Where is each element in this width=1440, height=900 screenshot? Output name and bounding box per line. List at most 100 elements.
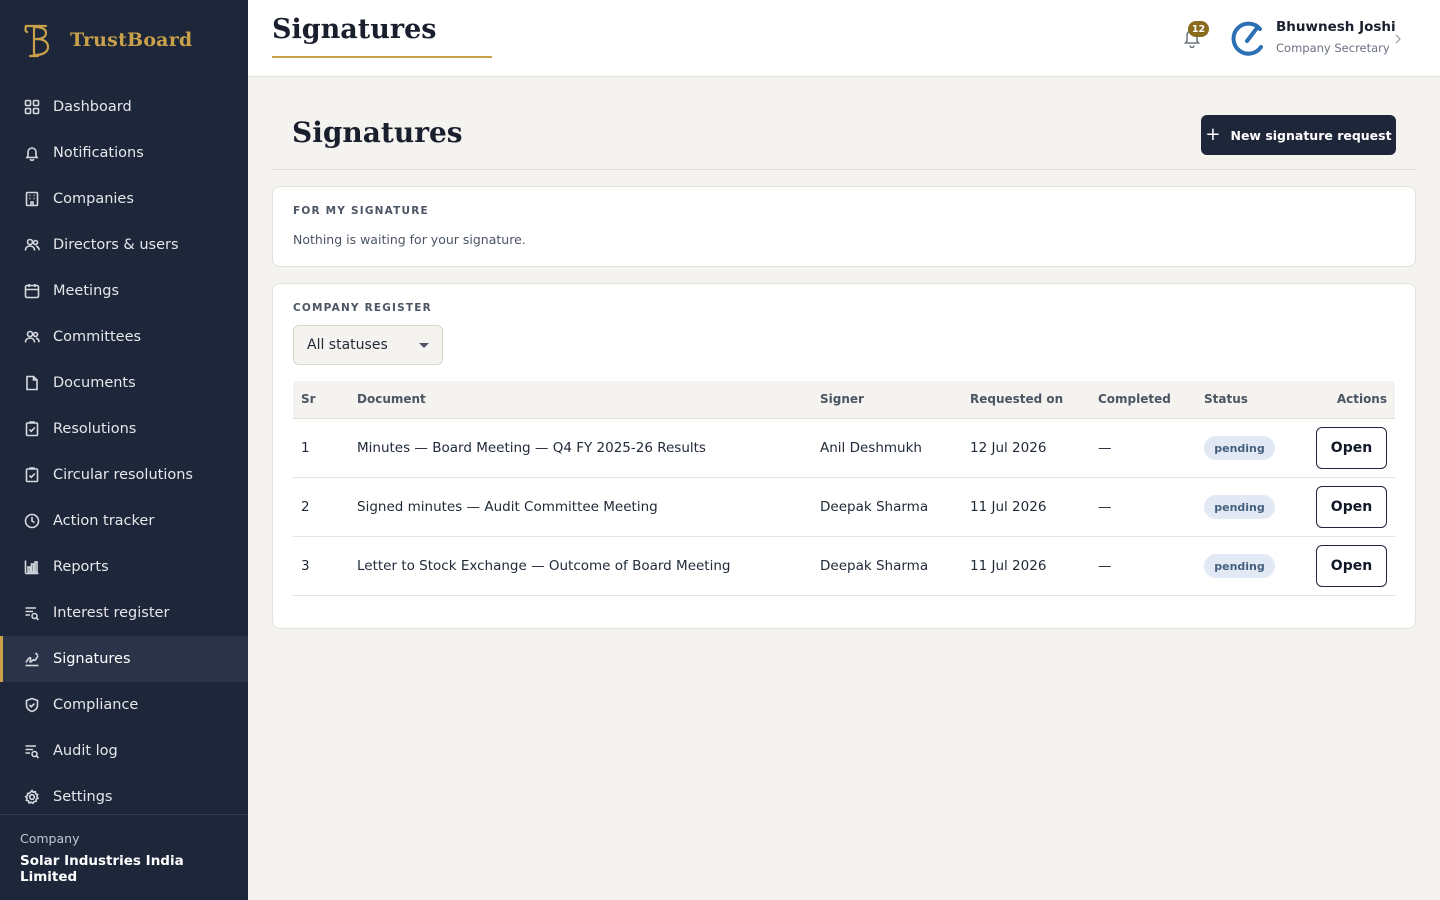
sidebar-item-dashboard[interactable]: Dashboard xyxy=(0,84,248,130)
clipboard-check-icon xyxy=(24,421,40,437)
cell-completed: — xyxy=(1098,440,1112,456)
page-title: Signatures xyxy=(292,116,463,149)
users-icon xyxy=(24,237,40,253)
cell-signer: Deepak Sharma xyxy=(820,499,929,515)
cell-requested-on: 12 Jul 2026 xyxy=(970,440,1047,456)
gear-icon xyxy=(24,789,40,805)
list-search-icon xyxy=(24,743,40,759)
top-header: Signatures 12 Bhuwnesh Joshi Company Sec… xyxy=(248,0,1440,77)
sidebar-item-documents[interactable]: Documents xyxy=(0,360,248,406)
cell-requested-on: 11 Jul 2026 xyxy=(970,499,1047,515)
sidebar-item-meetings[interactable]: Meetings xyxy=(0,268,248,314)
new-signature-request-label: New signature request xyxy=(1230,127,1392,143)
sidebar-item-label: Signatures xyxy=(53,651,131,667)
sidebar-item-label: Action tracker xyxy=(53,513,155,529)
clock-icon xyxy=(24,513,40,529)
column-header-actions: Actions xyxy=(1336,392,1387,406)
status-badge: pending xyxy=(1204,554,1275,578)
list-search-icon xyxy=(24,605,40,621)
status-badge: pending xyxy=(1204,436,1275,460)
sidebar-item-directors-users[interactable]: Directors & users xyxy=(0,222,248,268)
cell-document: Signed minutes — Audit Committee Meeting xyxy=(357,499,658,515)
sidebar-item-label: Notifications xyxy=(53,145,144,161)
open-button[interactable]: Open xyxy=(1316,545,1387,587)
status-filter-value: All statuses xyxy=(307,337,388,353)
empty-state-text: Nothing is waiting for your signature. xyxy=(293,232,526,247)
building-icon xyxy=(24,191,40,207)
sidebar-item-audit-log[interactable]: Audit log xyxy=(0,728,248,774)
sidebar-item-label: Committees xyxy=(53,329,142,345)
status-filter-select[interactable]: All statuses xyxy=(293,325,443,365)
cell-signer: Deepak Sharma xyxy=(820,558,929,574)
bar-chart-icon xyxy=(24,559,40,575)
sidebar-item-companies[interactable]: Companies xyxy=(0,176,248,222)
sidebar-item-signatures[interactable]: Signatures xyxy=(0,636,248,682)
company-name: Solar Industries India Limited xyxy=(20,853,184,885)
cell-sr: 2 xyxy=(301,499,310,515)
table-row: 2 Signed minutes — Audit Committee Meeti… xyxy=(293,478,1395,537)
column-header-requested-on: Requested on xyxy=(970,392,1064,406)
company-switcher[interactable]: Company Solar Industries India Limited xyxy=(0,814,248,900)
divider xyxy=(272,169,1416,170)
sidebar-item-label: Companies xyxy=(53,191,134,207)
shield-check-icon xyxy=(24,697,40,713)
sidebar-item-label: Compliance xyxy=(53,697,139,713)
column-header-document: Document xyxy=(357,392,426,406)
tb-monogram-icon xyxy=(24,24,50,58)
open-button[interactable]: Open xyxy=(1316,427,1387,469)
sidebar-item-label: Documents xyxy=(53,375,136,391)
caret-down-icon xyxy=(419,343,429,348)
sidebar-item-label: Interest register xyxy=(53,605,170,621)
sidebar-item-resolutions[interactable]: Resolutions xyxy=(0,406,248,452)
cell-document: Minutes — Board Meeting — Q4 FY 2025-26 … xyxy=(357,440,706,456)
calendar-icon xyxy=(24,283,40,299)
cell-completed: — xyxy=(1098,499,1112,515)
sidebar-item-committees[interactable]: Committees xyxy=(0,314,248,360)
signature-register-table: Sr Document Signer Requested on Complete… xyxy=(293,381,1395,596)
sidebar-item-notifications[interactable]: Notifications xyxy=(0,130,248,176)
clipboard-check-icon xyxy=(24,467,40,483)
open-button[interactable]: Open xyxy=(1316,486,1387,528)
sidebar-nav: Dashboard Notifications Companies Direct… xyxy=(0,84,248,820)
notification-count-badge: 12 xyxy=(1188,21,1209,37)
user-role: Company Secretary xyxy=(1276,41,1390,55)
sidebar-item-interest-register[interactable]: Interest register xyxy=(0,590,248,636)
cell-document: Letter to Stock Exchange — Outcome of Bo… xyxy=(357,558,731,574)
new-signature-request-button[interactable]: + New signature request xyxy=(1201,115,1396,155)
cell-sr: 3 xyxy=(301,558,310,574)
table-row: 1 Minutes — Board Meeting — Q4 FY 2025-2… xyxy=(293,419,1395,478)
column-header-sr: Sr xyxy=(301,392,316,406)
column-header-completed: Completed xyxy=(1098,392,1171,406)
my-signature-card: FOR MY SIGNATURE Nothing is waiting for … xyxy=(272,186,1416,267)
sidebar-item-label: Circular resolutions xyxy=(53,467,193,483)
column-header-status: Status xyxy=(1204,392,1248,406)
user-name[interactable]: Bhuwnesh Joshi xyxy=(1276,19,1396,35)
brand-name: TrustBoard xyxy=(70,29,193,51)
table-row: 3 Letter to Stock Exchange — Outcome of … xyxy=(293,537,1395,596)
brand[interactable]: TrustBoard xyxy=(22,20,192,60)
avatar[interactable] xyxy=(1230,20,1266,56)
section-label: COMPANY REGISTER xyxy=(293,302,432,314)
cell-completed: — xyxy=(1098,558,1112,574)
plus-icon: + xyxy=(1205,124,1221,145)
cell-signer: Anil Deshmukh xyxy=(820,440,922,456)
sidebar-item-label: Settings xyxy=(53,789,113,805)
sidebar: TrustBoard Dashboard Notifications Compa… xyxy=(0,0,248,900)
header-title: Signatures xyxy=(272,14,437,45)
bell-icon xyxy=(24,145,40,161)
sidebar-item-action-tracker[interactable]: Action tracker xyxy=(0,498,248,544)
sidebar-item-reports[interactable]: Reports xyxy=(0,544,248,590)
sidebar-item-label: Reports xyxy=(53,559,109,575)
cell-sr: 1 xyxy=(301,440,310,456)
company-register-card: COMPANY REGISTER All statuses Sr Documen… xyxy=(272,283,1416,629)
cell-requested-on: 11 Jul 2026 xyxy=(970,558,1047,574)
header-title-underline xyxy=(272,56,492,58)
sidebar-item-label: Directors & users xyxy=(53,237,179,253)
sidebar-item-circular-resolutions[interactable]: Circular resolutions xyxy=(0,452,248,498)
section-label: FOR MY SIGNATURE xyxy=(293,205,429,217)
status-badge: pending xyxy=(1204,495,1275,519)
chevron-right-icon[interactable] xyxy=(1394,34,1402,44)
table-header: Sr Document Signer Requested on Complete… xyxy=(293,381,1395,419)
sidebar-item-compliance[interactable]: Compliance xyxy=(0,682,248,728)
sidebar-item-label: Dashboard xyxy=(53,99,132,115)
